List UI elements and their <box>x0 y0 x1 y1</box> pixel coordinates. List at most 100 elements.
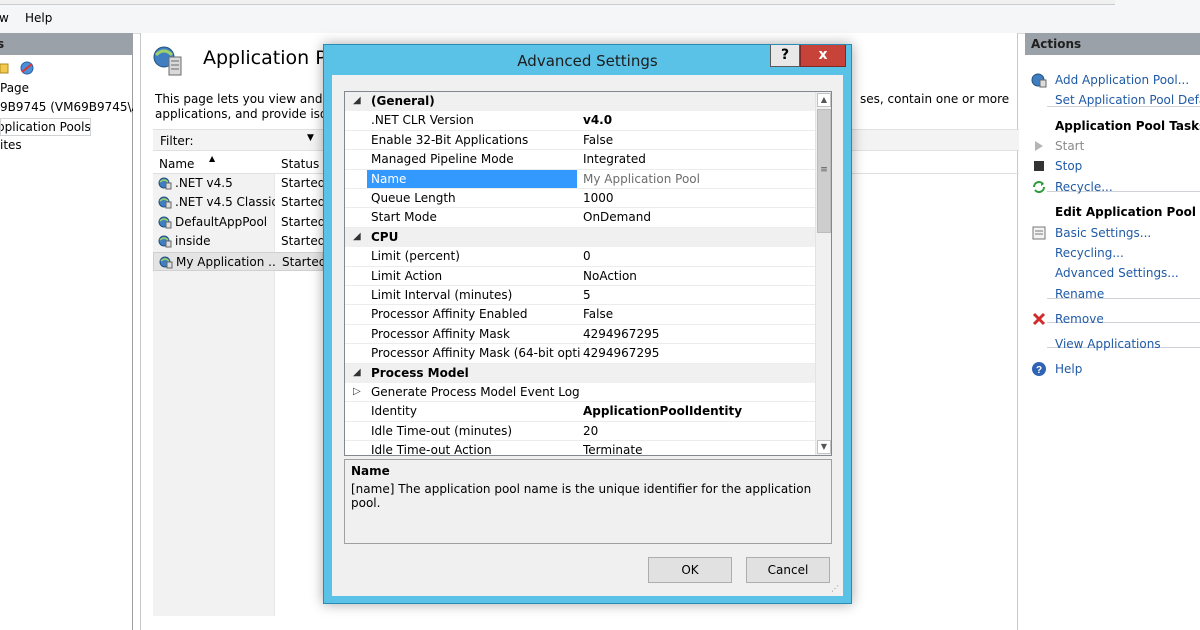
tree-item-label: pplication Pools <box>0 120 91 134</box>
column-status[interactable]: Status <box>281 157 319 171</box>
scroll-thumb[interactable]: ≡ <box>817 109 831 233</box>
scroll-down-icon[interactable]: ▼ <box>817 440 831 454</box>
tree-item[interactable]: 9B9745 (VM69B9745\Adm <box>0 99 133 117</box>
property-row[interactable]: Limit (percent) 0 <box>345 247 815 267</box>
action-item[interactable]: Basic Settings... <box>1025 223 1200 243</box>
menu-help[interactable]: Help <box>25 11 52 25</box>
collapse-icon[interactable]: ◢ <box>353 95 361 106</box>
property-value[interactable]: 4294967295 <box>583 327 813 341</box>
column-name[interactable]: Name <box>159 157 194 171</box>
property-row[interactable]: Processor Affinity Mask 4294967295 <box>345 325 815 345</box>
property-value[interactable]: False <box>583 133 813 147</box>
property-category[interactable]: ◢ CPU <box>345 227 815 248</box>
actions-header: Actions <box>1025 33 1200 55</box>
property-value[interactable]: OnDemand <box>583 210 813 224</box>
property-row[interactable]: .NET CLR Version v4.0 <box>345 111 815 131</box>
property-row[interactable]: Name My Application Pool <box>345 169 815 189</box>
property-name: Queue Length <box>371 191 456 205</box>
property-row[interactable]: Limit Action NoAction <box>345 267 815 286</box>
scroll-up-icon[interactable]: ▲ <box>817 93 831 107</box>
action-item[interactable]: View Applications <box>1025 334 1200 354</box>
property-value[interactable]: 0 <box>583 249 813 263</box>
property-value[interactable]: 4294967295 <box>583 346 813 360</box>
property-description-title: Name <box>351 464 390 478</box>
property-name: Start Mode <box>371 210 437 225</box>
action-item[interactable]: Rename <box>1025 284 1200 304</box>
remove-icon <box>1031 311 1047 329</box>
property-value[interactable]: 20 <box>583 424 813 438</box>
tree-item-label: Page <box>0 81 30 95</box>
action-label: Recycle... <box>1055 180 1113 194</box>
property-category[interactable]: ◢ Process Model <box>345 363 815 383</box>
app-pool-icon <box>158 176 172 193</box>
property-category[interactable]: ◢ (General) <box>345 92 815 112</box>
property-value[interactable]: ApplicationPoolIdentity <box>583 404 813 418</box>
property-value[interactable]: 1000 <box>583 191 813 205</box>
action-item[interactable]: Advanced Settings... <box>1025 263 1200 283</box>
property-value[interactable]: NoAction <box>583 269 813 283</box>
action-label: Advanced Settings... <box>1055 266 1179 280</box>
property-row[interactable]: Managed Pipeline Mode Integrated <box>345 150 815 170</box>
collapse-icon[interactable]: ◢ <box>353 367 361 378</box>
property-row[interactable]: Queue Length 1000 <box>345 189 815 209</box>
property-row[interactable]: Idle Time-out Action Terminate <box>345 441 815 455</box>
property-value[interactable]: Integrated <box>583 152 813 166</box>
action-item[interactable]: ? Help <box>1025 359 1200 379</box>
action-item[interactable]: Recycle... <box>1025 177 1200 197</box>
property-row[interactable]: Enable 32-Bit Applications False <box>345 131 815 151</box>
property-value[interactable]: 5 <box>583 288 813 302</box>
property-name: Idle Time-out (minutes) <box>371 423 513 438</box>
property-row[interactable]: Processor Affinity Mask (64-bit option) 4… <box>345 344 815 364</box>
pool-row[interactable]: DefaultAppPool Started <box>153 213 325 232</box>
property-name: Enable 32-Bit Applications <box>371 132 529 147</box>
dialog-close-button[interactable]: x <box>800 45 846 67</box>
action-item[interactable]: Set Application Pool Defaul <box>1025 90 1200 110</box>
tree-item[interactable]: ites <box>0 137 133 155</box>
collapse-icon[interactable]: ◢ <box>353 231 361 242</box>
property-value[interactable]: Terminate <box>583 443 813 455</box>
action-item[interactable]: Add Application Pool... <box>1025 70 1200 90</box>
property-row[interactable]: ▷ Generate Process Model Event Log Entr <box>345 383 815 403</box>
property-row[interactable]: Limit Interval (minutes) 5 <box>345 286 815 306</box>
menu-bar: w Help <box>0 0 1200 34</box>
pool-name: inside <box>175 234 211 249</box>
pool-row[interactable]: My Application ... Started <box>153 251 327 271</box>
property-row[interactable]: Identity ApplicationPoolIdentity <box>345 402 815 422</box>
property-row[interactable]: Start Mode OnDemand <box>345 208 815 228</box>
menu-view[interactable]: w <box>0 11 9 25</box>
property-grid-scrollbar[interactable]: ▲ ≡ ▼ <box>815 92 831 455</box>
tree-item[interactable]: Page <box>0 80 133 98</box>
tree-item[interactable]: pplication Pools <box>0 118 91 136</box>
actions-pane: Actions Add Application Pool... Set Appli… <box>1025 33 1200 630</box>
property-value[interactable]: v4.0 <box>583 113 813 127</box>
property-value[interactable]: My Application Pool <box>583 172 813 186</box>
stop-icon <box>1031 158 1047 176</box>
pool-name: .NET v4.5 Classic <box>175 195 275 210</box>
dialog-help-button[interactable]: ? <box>770 45 800 67</box>
ok-button[interactable]: OK <box>648 557 732 583</box>
pool-status: Started <box>282 254 327 269</box>
property-name: Limit (percent) <box>371 249 460 264</box>
expand-icon[interactable]: ▷ <box>353 386 361 397</box>
app-pool-icon <box>158 215 172 232</box>
pool-status: Started <box>281 176 326 190</box>
property-row[interactable]: Processor Affinity Enabled False <box>345 305 815 325</box>
property-row[interactable]: Idle Time-out (minutes) 20 <box>345 422 815 442</box>
action-item[interactable]: Remove <box>1025 309 1200 329</box>
action-label: Stop <box>1055 159 1083 173</box>
tree-item-label: 9B9745 (VM69B9745\Adm <box>0 100 133 114</box>
action-item[interactable]: Start <box>1025 136 1200 156</box>
action-item: Edit Application Pool <box>1025 202 1200 222</box>
resize-grip-icon[interactable]: ⋰ <box>831 584 841 594</box>
pool-row[interactable]: inside Started <box>153 232 325 251</box>
action-item[interactable]: Recycling... <box>1025 243 1200 263</box>
cancel-button[interactable]: Cancel <box>746 557 830 583</box>
connect-icon[interactable] <box>18 59 36 77</box>
pool-row[interactable]: .NET v4.5 Started <box>153 174 326 193</box>
pool-row[interactable]: .NET v4.5 Classic Started <box>153 193 325 212</box>
filter-dropdown-icon[interactable]: ▼ <box>307 133 314 143</box>
page-title: Application Po <box>203 47 338 69</box>
property-value[interactable]: False <box>583 307 813 321</box>
action-item[interactable]: Stop <box>1025 156 1200 176</box>
add-pool-icon <box>1031 72 1047 90</box>
